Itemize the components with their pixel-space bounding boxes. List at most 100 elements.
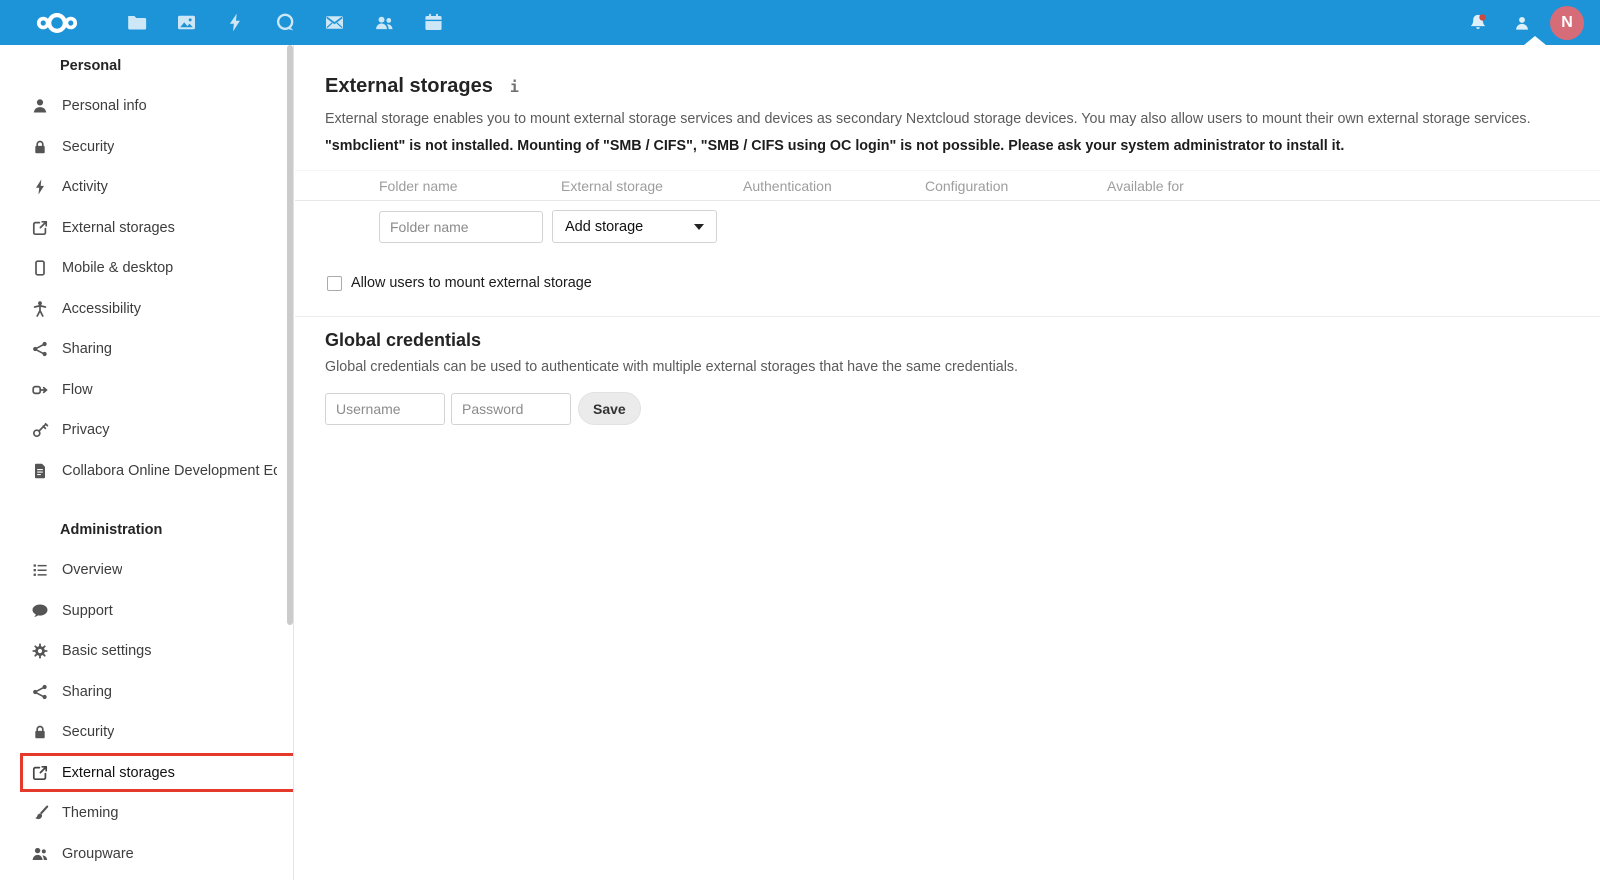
sidebar-item-label: Sharing bbox=[62, 341, 112, 358]
notification-dot bbox=[1479, 13, 1486, 21]
brush-icon bbox=[30, 804, 50, 822]
top-header: N bbox=[0, 0, 1600, 45]
sidebar-scrollbar-thumb[interactable] bbox=[287, 45, 293, 625]
sidebar-item-label: External storages bbox=[62, 764, 175, 781]
sidebar-item-external-storages-admin[interactable]: External storages bbox=[0, 752, 293, 794]
add-storage-select[interactable]: Add storage bbox=[552, 210, 717, 243]
sidebar-item-label: Collabora Online Development Edit... bbox=[62, 462, 277, 479]
activity-icon bbox=[230, 13, 241, 32]
bell-icon bbox=[1470, 13, 1486, 29]
sidebar-item-label: Support bbox=[62, 602, 113, 619]
external-storage-description: External storage enables you to mount ex… bbox=[325, 111, 1531, 127]
external-link-icon bbox=[30, 764, 50, 782]
sidebar-item-label: Security bbox=[62, 138, 115, 155]
sidebar-item-label: Theming bbox=[62, 805, 119, 822]
section-divider bbox=[295, 316, 1600, 317]
lock-icon bbox=[30, 723, 50, 741]
allow-users-row: Allow users to mount external storage bbox=[325, 275, 1575, 291]
bolt-icon bbox=[30, 178, 50, 196]
sidebar-item-label: Security bbox=[62, 724, 115, 741]
chevron-down-icon bbox=[694, 223, 704, 230]
sidebar-item-basic-settings[interactable]: Basic settings bbox=[0, 631, 293, 672]
global-credentials-description: Global credentials can be used to authen… bbox=[325, 359, 1019, 375]
folder-name-input[interactable] bbox=[379, 210, 543, 243]
allow-users-label: Allow users to mount external storage bbox=[351, 275, 592, 291]
sidebar-item-support[interactable]: Support bbox=[0, 591, 293, 632]
nextcloud-logo-icon bbox=[36, 12, 78, 33]
files-app-button[interactable] bbox=[112, 0, 162, 45]
phone-icon bbox=[30, 259, 50, 277]
sidebar-item-flow[interactable]: Flow bbox=[0, 370, 293, 411]
sidebar-item-security-personal[interactable]: Security bbox=[0, 127, 293, 168]
share-icon bbox=[30, 340, 50, 358]
allow-users-checkbox[interactable] bbox=[327, 275, 342, 291]
sidebar-item-label: Activity bbox=[62, 179, 108, 196]
table-header-row: Folder name External storage Authenticat… bbox=[295, 170, 1600, 201]
photos-icon bbox=[177, 15, 195, 30]
sidebar-item-label: Groupware bbox=[62, 845, 134, 862]
lock-icon bbox=[30, 138, 50, 156]
external-link-icon bbox=[30, 219, 50, 237]
comment-icon bbox=[30, 602, 50, 620]
add-storage-selected-value: Add storage bbox=[565, 218, 644, 235]
app-menu bbox=[112, 0, 459, 45]
sidebar-item-label: Privacy bbox=[62, 422, 110, 439]
sidebar-item-sharing-personal[interactable]: Sharing bbox=[0, 329, 293, 370]
page-title: External storages bbox=[325, 75, 493, 97]
save-button[interactable]: Save bbox=[578, 392, 641, 425]
flow-icon bbox=[30, 381, 50, 399]
sidebar-section-personal-title: Personal bbox=[60, 57, 122, 74]
user-icon bbox=[30, 97, 50, 115]
list-icon bbox=[30, 561, 50, 579]
sidebar-item-label: Personal info bbox=[62, 98, 147, 115]
column-header-authentication: Authentication bbox=[743, 177, 832, 194]
photos-app-button[interactable] bbox=[162, 0, 212, 45]
sidebar-item-label: Mobile & desktop bbox=[62, 260, 174, 277]
activity-app-button[interactable] bbox=[211, 0, 261, 45]
sidebar-item-label: External storages bbox=[62, 219, 175, 236]
sidebar-item-label: Accessibility bbox=[62, 300, 141, 317]
sidebar-item-security-admin[interactable]: Security bbox=[0, 712, 293, 753]
document-icon bbox=[30, 462, 50, 480]
sidebar-item-accessibility[interactable]: Accessibility bbox=[0, 289, 293, 330]
sidebar-item-activity[interactable]: Activity bbox=[0, 167, 293, 208]
global-credentials-title: Global credentials bbox=[325, 330, 482, 350]
mail-icon bbox=[326, 16, 344, 29]
nextcloud-logo[interactable] bbox=[32, 7, 82, 39]
external-storages-table: Folder name External storage Authenticat… bbox=[295, 170, 1600, 254]
mail-app-button[interactable] bbox=[310, 0, 360, 45]
global-credentials-form: Save bbox=[325, 392, 1575, 425]
sidebar-item-collabora[interactable]: Collabora Online Development Edit... bbox=[0, 451, 293, 492]
column-header-folder-name: Folder name bbox=[379, 177, 458, 194]
info-icon[interactable]: i bbox=[510, 78, 519, 96]
calendar-icon bbox=[425, 13, 442, 31]
settings-sidebar: Personal Personal info Security Activity… bbox=[0, 45, 294, 880]
sidebar-item-mobile-desktop[interactable]: Mobile & desktop bbox=[0, 248, 293, 289]
notifications-button[interactable] bbox=[1456, 0, 1500, 45]
talk-app-button[interactable] bbox=[261, 0, 311, 45]
sidebar-item-privacy[interactable]: Privacy bbox=[0, 410, 293, 451]
username-field[interactable] bbox=[325, 392, 445, 425]
accessibility-icon bbox=[30, 300, 50, 318]
avatar[interactable]: N bbox=[1550, 5, 1584, 40]
sidebar-item-external-storages-personal[interactable]: External storages bbox=[0, 208, 293, 249]
contacts-app-button[interactable] bbox=[360, 0, 410, 45]
group-icon bbox=[30, 845, 50, 863]
password-field[interactable] bbox=[451, 392, 571, 425]
person-icon bbox=[1516, 16, 1528, 30]
contacts-icon bbox=[375, 16, 393, 30]
column-header-external-storage: External storage bbox=[561, 177, 663, 194]
sidebar-item-theming[interactable]: Theming bbox=[0, 793, 293, 834]
calendar-app-button[interactable] bbox=[409, 0, 459, 45]
share-icon bbox=[30, 683, 50, 701]
sidebar-section-administration-title: Administration bbox=[60, 521, 163, 538]
sidebar-item-label: Flow bbox=[62, 381, 93, 398]
sidebar-item-sharing-admin[interactable]: Sharing bbox=[0, 672, 293, 713]
sidebar-item-groupware[interactable]: Groupware bbox=[0, 834, 293, 875]
sidebar-item-personal-info[interactable]: Personal info bbox=[0, 86, 293, 127]
talk-icon bbox=[276, 13, 294, 31]
sidebar-item-label: Sharing bbox=[62, 683, 112, 700]
files-folder-icon bbox=[128, 15, 147, 30]
key-icon bbox=[30, 421, 50, 439]
sidebar-item-overview[interactable]: Overview bbox=[0, 550, 293, 591]
